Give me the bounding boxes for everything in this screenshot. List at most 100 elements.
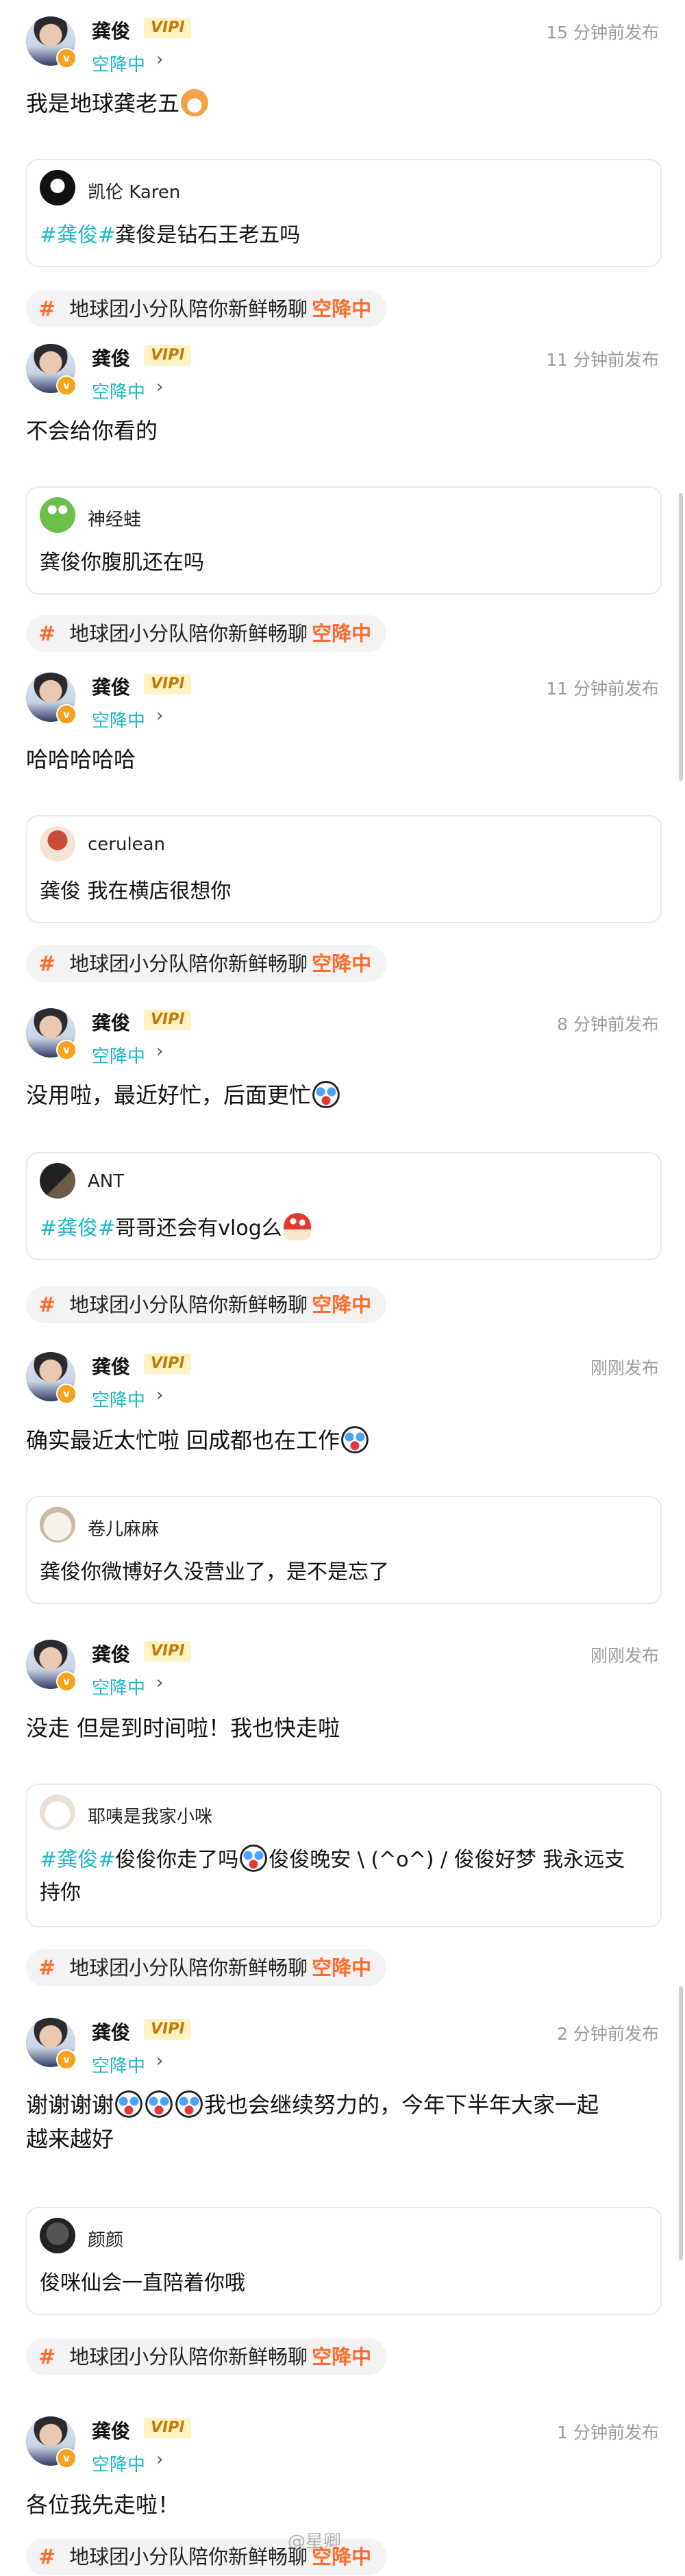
- verified-badge-icon: v: [56, 704, 77, 725]
- comment-card[interactable]: ANT #龚俊#哥哥还会有vlog么: [26, 1152, 662, 1260]
- username[interactable]: 龚俊: [92, 1640, 130, 1667]
- hashtag-link[interactable]: #龚俊#: [40, 223, 115, 247]
- username[interactable]: 龚俊: [92, 2018, 130, 2045]
- post-text: 不会给你看的: [26, 418, 158, 444]
- comment-card[interactable]: 神经蛙 龚俊你腹肌还在吗: [26, 486, 662, 595]
- topic-status: 空降中: [312, 1293, 372, 1316]
- chevron-right-icon[interactable]: ›: [156, 1673, 163, 1693]
- post-text: 没用啦，最近好忙，后面更忙: [26, 1078, 656, 1112]
- username[interactable]: 龚俊: [92, 1008, 130, 1036]
- vip-badge: VIPl: [144, 2019, 191, 2040]
- chevron-right-icon[interactable]: ›: [156, 49, 163, 70]
- comment-card[interactable]: 凯伦 Karen #龚俊#龚俊是钻石王老五吗: [26, 159, 662, 267]
- post-text: 谢谢谢谢 我也会继续努力的，今年下半年大家一起 越来越好: [26, 2088, 656, 2156]
- scrollbar[interactable]: [679, 1986, 683, 2260]
- topic-chip[interactable]: # 地球团小分队陪你新鲜畅聊 空降中: [26, 615, 387, 652]
- post-time: 2 分钟前发布: [557, 2024, 659, 2044]
- topic-chip[interactable]: # 地球团小分队陪你新鲜畅聊 空降中: [26, 290, 387, 327]
- status-label[interactable]: 空降中: [92, 2451, 145, 2476]
- post-text: 哈哈哈哈哈: [26, 747, 136, 773]
- shiba-emoji-icon: [181, 89, 209, 116]
- hashtag-link[interactable]: #龚俊#: [40, 1216, 115, 1240]
- verified-badge-icon: v: [56, 375, 77, 396]
- topic-chip[interactable]: # 地球团小分队陪你新鲜畅聊 空降中: [26, 1286, 387, 1323]
- post-text: 我是地球龚老五: [26, 86, 656, 121]
- chevron-right-icon[interactable]: ›: [156, 705, 163, 726]
- verified-badge-icon: v: [56, 2049, 77, 2070]
- commenter-avatar[interactable]: [40, 826, 75, 862]
- commenter-avatar[interactable]: [40, 170, 75, 205]
- comment-text-content: 俊俊你走了吗: [115, 1848, 239, 1872]
- topic-text: 地球团小分队陪你新鲜畅聊: [69, 622, 308, 645]
- vip-badge: VIPl: [144, 1353, 191, 1374]
- post-time: 15 分钟前发布: [546, 23, 659, 42]
- topic-chip[interactable]: # 地球团小分队陪你新鲜畅聊 空降中: [26, 1949, 387, 1986]
- comment-text: 龚俊 我在横店很想你: [40, 879, 232, 903]
- hash-icon: #: [38, 622, 56, 646]
- comment-card[interactable]: 耶咦是我家小咪 #龚俊#俊俊你走了吗 俊俊晚安 \ (^o^) / 俊俊好梦 我永…: [26, 1784, 662, 1927]
- topic-status: 空降中: [312, 2345, 372, 2368]
- comment-text: 俊咪仙会一直陪着你哦: [40, 2271, 245, 2295]
- vip-badge: VIPl: [144, 674, 191, 695]
- commenter-avatar[interactable]: [40, 2218, 75, 2253]
- commenter-name[interactable]: 耶咦是我家小咪: [88, 1803, 212, 1828]
- commenter-avatar[interactable]: [40, 1795, 75, 1830]
- commenter-name[interactable]: 神经蛙: [88, 505, 141, 531]
- status-label[interactable]: 空降中: [92, 707, 145, 732]
- topic-text: 地球团小分队陪你新鲜畅聊: [69, 952, 308, 975]
- commenter-avatar[interactable]: [40, 1163, 75, 1199]
- username[interactable]: 龚俊: [92, 16, 130, 44]
- post-time: 刚刚发布: [590, 1646, 659, 1666]
- hashtag-link[interactable]: #龚俊#: [40, 1848, 115, 1872]
- status-label[interactable]: 空降中: [92, 1674, 145, 1699]
- chevron-right-icon[interactable]: ›: [156, 2051, 163, 2071]
- commenter-name[interactable]: 颜颜: [88, 2226, 123, 2251]
- chevron-right-icon[interactable]: ›: [156, 377, 163, 397]
- post-time: 8 分钟前发布: [557, 1014, 659, 1034]
- topic-status: 空降中: [312, 952, 372, 975]
- hash-icon: #: [38, 2345, 56, 2369]
- status-label[interactable]: 空降中: [92, 51, 145, 76]
- commenter-name[interactable]: 卷儿麻麻: [88, 1515, 159, 1540]
- chevron-right-icon[interactable]: ›: [156, 2449, 163, 2470]
- commenter-name[interactable]: ANT: [88, 1171, 124, 1192]
- username[interactable]: 龚俊: [92, 1352, 130, 1379]
- commenter-avatar[interactable]: [40, 497, 75, 533]
- comment-card[interactable]: 卷儿麻麻 龚俊你微博好久没营业了，是不是忘了: [26, 1496, 662, 1604]
- commenter-name[interactable]: 凯伦 Karen: [88, 178, 180, 203]
- chevron-right-icon[interactable]: ›: [156, 1041, 163, 1062]
- username[interactable]: 龚俊: [92, 2416, 130, 2444]
- hash-icon: #: [38, 2545, 56, 2569]
- crying-emoji-icon: [115, 2090, 143, 2118]
- post-time: 刚刚发布: [590, 1358, 659, 1378]
- username[interactable]: 龚俊: [92, 344, 130, 371]
- vip-badge: VIPl: [144, 18, 191, 38]
- comment-text-content: 持你: [40, 1881, 81, 1905]
- comment-text: 龚俊你腹肌还在吗: [40, 551, 204, 575]
- commenter-avatar[interactable]: [40, 1507, 75, 1542]
- topic-chip[interactable]: # 地球团小分队陪你新鲜畅聊 空降中: [26, 2338, 387, 2375]
- post-text: 确实最近太忙啦 回成都也在工作: [26, 1423, 656, 1458]
- crying-emoji-icon: [240, 1845, 268, 1872]
- verified-badge-icon: v: [56, 48, 77, 68]
- hash-icon: #: [38, 1293, 56, 1317]
- status-label[interactable]: 空降中: [92, 2052, 145, 2077]
- status-label[interactable]: 空降中: [92, 1042, 145, 1068]
- post-text: 没走 但是到时间啦！我也快走啦: [26, 1715, 340, 1741]
- status-label[interactable]: 空降中: [92, 378, 145, 403]
- comment-card[interactable]: 颜颜 俊咪仙会一直陪着你哦: [26, 2207, 662, 2315]
- post-text-content: 我是地球龚老五: [26, 90, 180, 116]
- scrollbar[interactable]: [679, 493, 683, 781]
- topic-chip[interactable]: # 地球团小分队陪你新鲜畅聊 空降中: [26, 945, 387, 982]
- crying-emoji-icon: [341, 1426, 369, 1453]
- comment-text: #龚俊#哥哥还会有vlog么: [40, 1212, 648, 1245]
- commenter-name[interactable]: cerulean: [88, 834, 165, 855]
- username[interactable]: 龚俊: [92, 673, 130, 700]
- status-label[interactable]: 空降中: [92, 1386, 145, 1412]
- verified-badge-icon: v: [56, 1384, 77, 1404]
- topic-text: 地球团小分队陪你新鲜畅聊: [69, 1956, 308, 1979]
- chevron-right-icon[interactable]: ›: [156, 1385, 163, 1405]
- verified-badge-icon: v: [56, 2448, 77, 2468]
- comment-card[interactable]: cerulean 龚俊 我在横店很想你: [26, 815, 662, 923]
- comment-text-content: 龚俊是钻石王老五吗: [115, 223, 301, 247]
